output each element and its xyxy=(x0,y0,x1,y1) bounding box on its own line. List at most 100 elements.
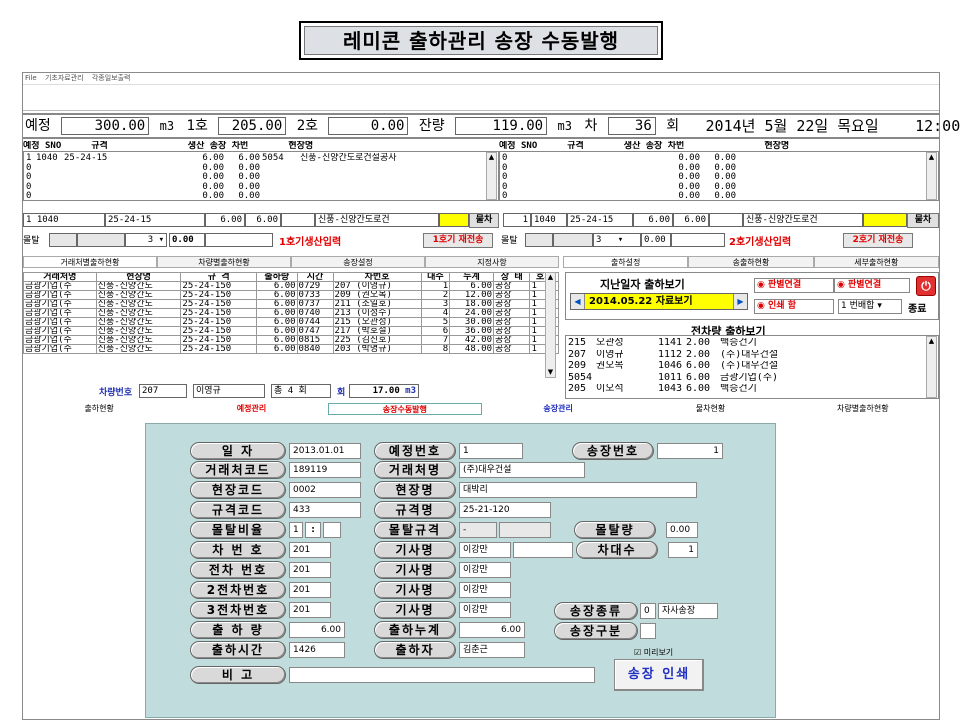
prev-car-cell[interactable]: 백승건기 xyxy=(720,384,757,394)
past-date-button[interactable]: 2014.05.22 자료보기 xyxy=(585,294,733,309)
ship-col-header[interactable]: 출하량 xyxy=(255,272,298,282)
date-field[interactable]: 2013.01.01 xyxy=(289,443,361,459)
right_grid-cell[interactable]: 0.00 xyxy=(670,191,700,201)
right_grid-cell[interactable]: 0.00 xyxy=(670,153,700,163)
ship-col-header[interactable]: 차번호 xyxy=(332,272,422,282)
prev-car-cell[interactable]: (주)대우건설 xyxy=(720,350,778,360)
left_grid-cell[interactable]: 1040 xyxy=(36,153,58,163)
inv-div-field[interactable] xyxy=(640,623,656,639)
prev-car-cell[interactable]: 오관성 xyxy=(596,338,624,348)
shipper-field[interactable]: 김춘근 xyxy=(459,642,525,658)
tab-detail-ship[interactable]: 세부출하현황 xyxy=(813,256,939,268)
scroll-up-icon[interactable]: ▲ xyxy=(927,337,936,346)
table-row[interactable]: 금광기업(주 신풍-신양간도 25-24-150 6.00 0733 209 (권오복) 2… xyxy=(23,290,559,300)
chevron-down-icon[interactable]: ▾ xyxy=(618,235,623,245)
left-combo[interactable]: 3 ▾ xyxy=(125,233,167,247)
prev-car-cell[interactable]: (주)대우건설 xyxy=(720,361,778,371)
right_grid-cell[interactable]: 0.00 xyxy=(670,182,700,192)
prev-car-cell[interactable]: 1043 xyxy=(658,384,682,394)
prev-car-cell[interactable]: 215 xyxy=(568,338,586,348)
tab-invoice-settings[interactable]: 송장설정 xyxy=(291,256,425,268)
right-sel-sno[interactable]: 1 xyxy=(503,213,531,227)
left-qty-blank[interactable] xyxy=(205,233,273,247)
left_grid-cell[interactable]: 0.00 xyxy=(230,182,260,192)
driver1-field[interactable]: 이강만 xyxy=(459,542,511,558)
prev-car-cell[interactable]: 6.00 xyxy=(686,384,710,394)
tab-ship-settings[interactable]: 출하설정 xyxy=(563,256,689,268)
ship-qty-field[interactable]: 6.00 xyxy=(289,622,345,638)
right_grid-cell[interactable]: 0 xyxy=(502,182,507,192)
mortar-ratio-a[interactable]: 1 xyxy=(289,522,303,538)
invoice-no-field[interactable]: 1 xyxy=(657,443,723,459)
prev-car-scrollbar[interactable]: ▲ xyxy=(926,336,937,398)
left_grid-cell[interactable]: 0.00 xyxy=(230,172,260,182)
left-sel-sno[interactable]: 1 1040 xyxy=(23,213,105,227)
preview-checkbox[interactable]: ☑ 미리보기 xyxy=(634,647,673,658)
prev-date-icon[interactable]: ◀ xyxy=(571,294,585,309)
prev-car-cell[interactable]: 1011 xyxy=(658,373,682,383)
right-sel-invoice[interactable]: 6.00 xyxy=(673,213,709,227)
right-qty[interactable]: 0.00 xyxy=(641,233,671,247)
right-sel-car[interactable] xyxy=(709,213,743,227)
prev-car-cell[interactable]: 207 xyxy=(568,350,586,360)
left_grid-cell[interactable]: 1 xyxy=(26,153,31,163)
mortar-spec-field[interactable]: - xyxy=(459,522,497,538)
right_grid-cell[interactable]: 0.00 xyxy=(670,163,700,173)
driver2-field[interactable]: 이강만 xyxy=(459,562,511,578)
driver3-field[interactable]: 이강만 xyxy=(459,582,511,598)
radio-link-2[interactable]: ◉ 판별연결 xyxy=(834,278,910,293)
right-mortar-box2[interactable] xyxy=(553,233,593,247)
table-row[interactable]: 금광기업(주 신풍-신양간도 25-24-150 6.00 0729 207 (이영규) 1… xyxy=(23,281,559,291)
ship-col-header[interactable]: 현장명 xyxy=(95,272,182,282)
prev2-field[interactable]: 201 xyxy=(289,582,331,598)
shipment-scrollbar[interactable]: ▲ ▼ xyxy=(545,272,556,378)
right-grid-scrollbar[interactable]: ▲ xyxy=(926,152,937,200)
site-code-field[interactable]: 0002 xyxy=(289,482,361,498)
print-invoice-button[interactable]: 송장 인쇄 xyxy=(614,659,704,691)
right-sel-code[interactable]: 1040 xyxy=(531,213,567,227)
right-prod-input[interactable]: 2호기생산입력 xyxy=(729,233,791,248)
scroll-up-icon[interactable]: ▲ xyxy=(927,153,936,162)
car-no-field[interactable]: 207 xyxy=(139,384,187,398)
left-prod-input[interactable]: 1호기생산입력 xyxy=(279,233,341,248)
right-sel-site[interactable]: 신풍-신양간도로건 xyxy=(743,213,863,227)
prev-car-cell[interactable]: 2.00 xyxy=(686,338,710,348)
prev-car-cell[interactable]: 금광기업(주) xyxy=(720,373,778,383)
menu-file[interactable]: File xyxy=(25,74,37,82)
left-resend-button[interactable]: 1호기 재전송 xyxy=(423,233,493,248)
left-mortar-box[interactable] xyxy=(49,233,77,247)
table-row[interactable]: 금광기업(주 신풍-신양간도 25-24-150 6.00 0840 203 (박명규) 8… xyxy=(23,344,559,354)
left-sel-prod[interactable]: 6.00 xyxy=(205,213,245,227)
right-water-button[interactable]: 물차 xyxy=(907,213,939,228)
spec-code-field[interactable]: 433 xyxy=(289,502,361,518)
chevron-down-icon[interactable]: ▾ xyxy=(877,301,882,311)
prev-car-cell[interactable]: 205 xyxy=(568,384,586,394)
left_grid-cell[interactable]: 0.00 xyxy=(230,191,260,201)
prev-car-cell[interactable]: 1112 xyxy=(658,350,682,360)
prev-car-cell[interactable]: 209 xyxy=(568,361,586,371)
left_grid-cell[interactable]: 5054 xyxy=(262,153,284,163)
right-qty-blank[interactable] xyxy=(671,233,725,247)
left_grid-cell[interactable]: 신풍-신양간도로건설공사 xyxy=(300,153,397,163)
ship-time-field[interactable]: 1426 xyxy=(289,642,345,658)
car-driver-field[interactable]: 이영규 xyxy=(193,384,265,398)
left_grid-cell[interactable]: 0.00 xyxy=(194,182,224,192)
prev-car-cell[interactable]: 이영규 xyxy=(596,350,624,360)
left_grid-cell[interactable]: 25-24-15 xyxy=(64,153,107,163)
driver1-extra[interactable] xyxy=(513,542,573,558)
left_grid-cell[interactable]: 0.00 xyxy=(194,191,224,201)
right_grid-cell[interactable]: 0.00 xyxy=(706,153,736,163)
client-code-field[interactable]: 189119 xyxy=(289,462,361,478)
print-radio[interactable]: ◉ 인쇄 함 xyxy=(754,299,834,314)
ship-col-header[interactable]: 규 격 xyxy=(180,272,257,282)
menu-reports[interactable]: 각종일보출력 xyxy=(92,74,131,82)
car-no-form-field[interactable]: 201 xyxy=(289,542,331,558)
prev3-field[interactable]: 201 xyxy=(289,602,331,618)
inv-type-code[interactable]: 0 xyxy=(640,603,656,619)
left_grid-cell[interactable]: 0.00 xyxy=(230,163,260,173)
ship-col-header[interactable]: 거래처명 xyxy=(23,272,97,282)
right-resend-button[interactable]: 2호기 재전송 xyxy=(843,233,913,248)
left_grid-cell[interactable]: 0.00 xyxy=(194,172,224,182)
radio-icon[interactable]: ◉ xyxy=(837,280,845,290)
mortar-spec-field2[interactable] xyxy=(499,522,551,538)
